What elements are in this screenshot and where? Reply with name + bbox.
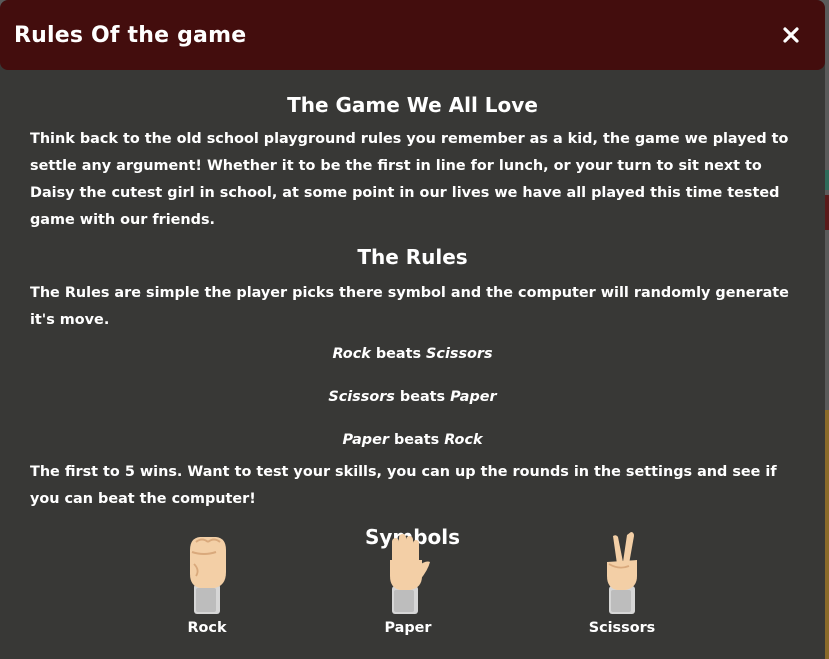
modal-body: The Game We All Love Think back to the o… [0,70,825,550]
rule-line: Scissors beats Paper [30,387,795,407]
intro-heading: The Game We All Love [287,93,538,117]
rule-verb: beats [393,432,440,448]
modal-title: Rules Of the game [14,22,247,48]
rule-winner: Scissors [328,389,395,405]
symbol-paper: Paper [353,530,463,636]
rule-verb: beats [399,389,446,405]
rule-line: Paper beats Rock [30,430,795,450]
symbol-label: Scissors [588,620,656,636]
rules-closing-text: The first to 5 wins. Want to test your s… [30,464,777,507]
rule-line: Rock beats Scissors [30,344,795,364]
fist-icon [190,537,226,614]
rule-loser: Paper [450,389,497,405]
open-hand-icon [390,534,430,614]
symbol-scissors: Scissors [567,530,677,636]
rule-loser: Scissors [426,346,493,362]
peace-hand-icon [607,532,637,614]
intro-text: Think back to the old school playground … [30,131,789,228]
symbol-label: Paper [384,620,432,636]
rule-winner: Paper [342,432,389,448]
modal-header: Rules Of the game [0,0,825,70]
rule-winner: Rock [332,346,371,362]
symbol-rock: Rock [152,530,262,636]
rule-verb: beats [375,346,422,362]
symbols-row: Rock Paper Scissors [0,530,825,650]
rules-modal: Rules Of the game The Game We All Love T… [0,0,825,659]
rules-heading: The Rules [357,245,468,269]
close-icon [783,27,799,43]
rules-text: The Rules are simple the player picks th… [30,285,789,328]
symbol-label: Rock [187,620,227,636]
close-button[interactable] [779,23,803,47]
rule-loser: Rock [444,432,483,448]
